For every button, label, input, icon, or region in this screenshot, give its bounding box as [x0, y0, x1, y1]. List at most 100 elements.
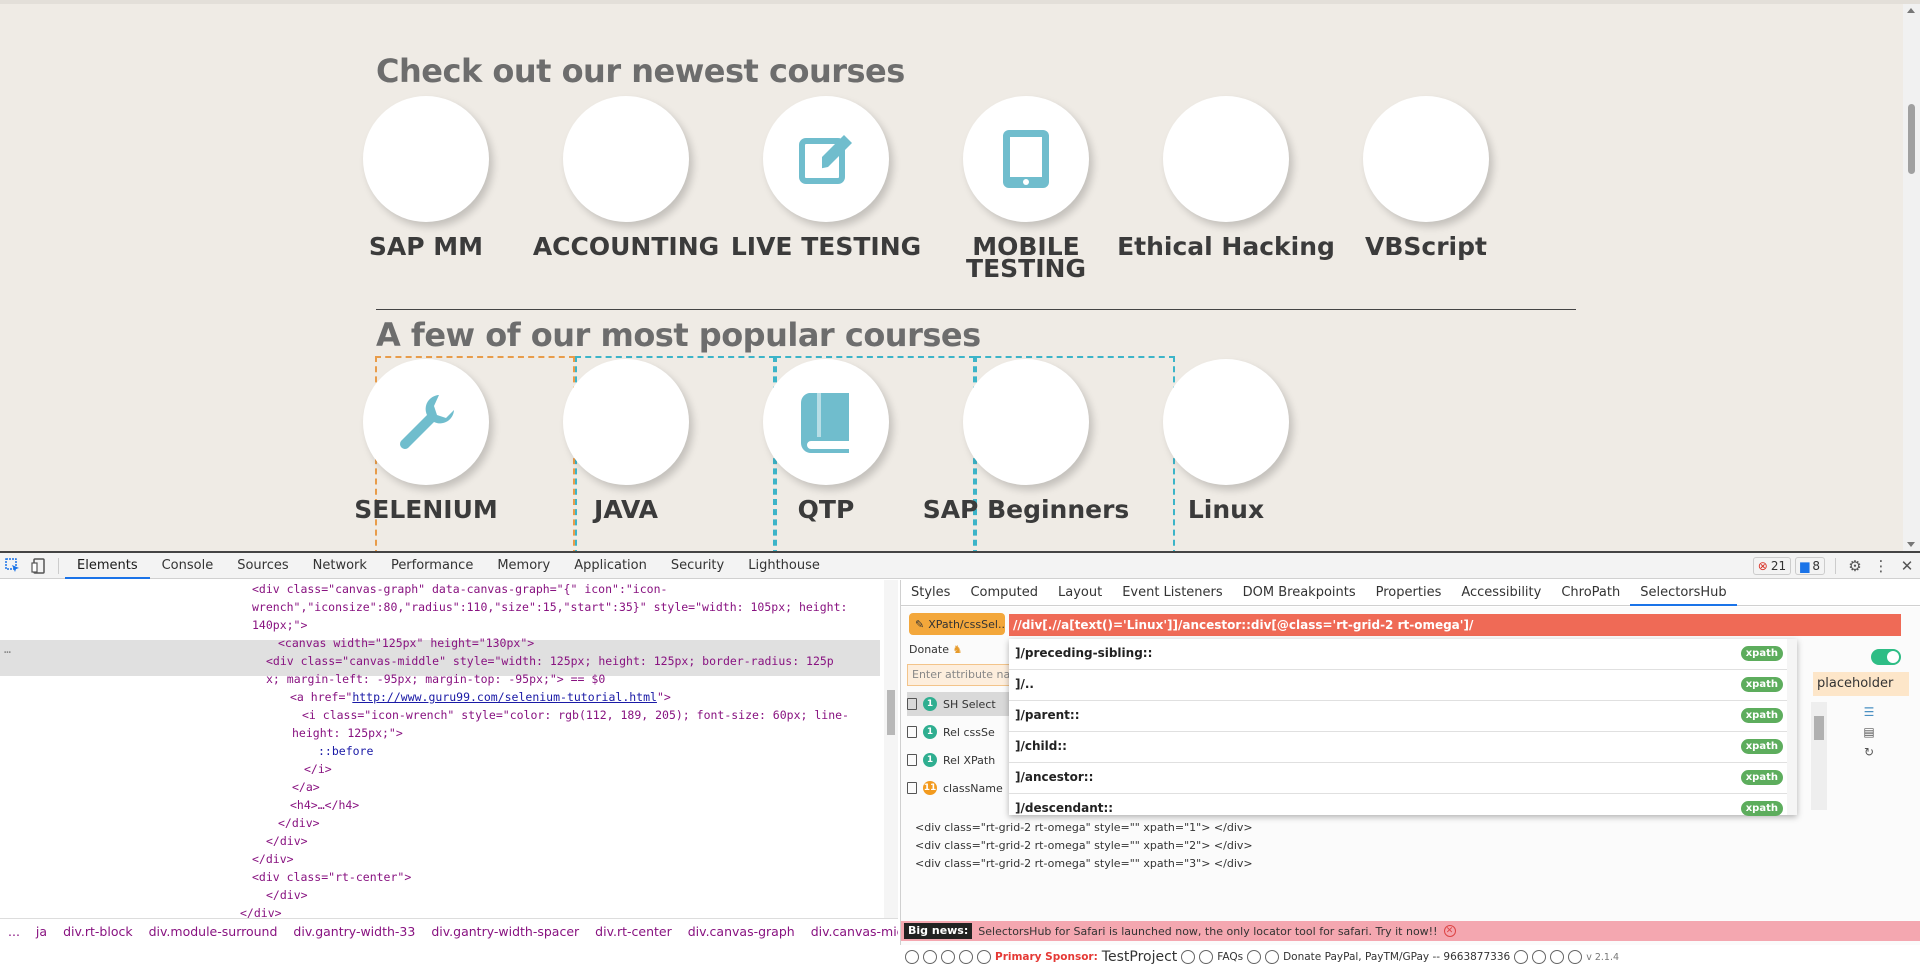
- selector-row-classname[interactable]: 11 className: [907, 776, 1011, 800]
- tab-lighthouse[interactable]: Lighthouse: [736, 553, 832, 579]
- code-line[interactable]: <i class="icon-wrench" style="color: rgb…: [302, 706, 849, 724]
- tab-sources[interactable]: Sources: [225, 553, 300, 579]
- person-icon[interactable]: [1532, 950, 1547, 964]
- course-label[interactable]: QTP: [716, 497, 936, 522]
- course-circle[interactable]: [1363, 96, 1489, 222]
- selector-row-rel-css[interactable]: 1 Rel cssSe: [907, 720, 1011, 744]
- suggestion-item[interactable]: ]/child:: xpath: [1009, 732, 1789, 763]
- breadcrumb-item[interactable]: div.rt-center: [587, 924, 680, 939]
- elements-scrollbar[interactable]: [884, 580, 898, 918]
- suggestion-item[interactable]: ]/descendant:: xpath: [1009, 794, 1789, 825]
- github-icon[interactable]: [1265, 950, 1280, 964]
- facebook-icon[interactable]: [941, 950, 955, 964]
- selector-row-sh[interactable]: 1 SH Select: [907, 692, 1011, 716]
- code-line[interactable]: ::before: [318, 742, 373, 760]
- code-line[interactable]: </div>: [240, 904, 282, 918]
- tab-selectorshub[interactable]: SelectorsHub: [1630, 580, 1737, 606]
- selectors-scrollbar[interactable]: [1811, 702, 1827, 810]
- telegram-icon[interactable]: [905, 950, 919, 964]
- code-line[interactable]: x; margin-left: -95px; margin-top: -95px…: [266, 670, 605, 688]
- course-label[interactable]: ACCOUNTING: [516, 234, 736, 259]
- code-line[interactable]: <h4>…</h4>: [290, 796, 359, 814]
- course-circle[interactable]: [563, 359, 689, 485]
- message-badge[interactable]: ▆ 8: [1795, 556, 1825, 575]
- course-circle[interactable]: [1163, 359, 1289, 485]
- tab-event-listeners[interactable]: Event Listeners: [1112, 580, 1232, 606]
- copy-icon[interactable]: [907, 782, 917, 794]
- code-line[interactable]: </div>: [266, 886, 308, 904]
- help-icon[interactable]: [1181, 950, 1196, 964]
- close-icon[interactable]: ✕: [1443, 925, 1456, 937]
- tab-computed[interactable]: Computed: [960, 580, 1048, 606]
- error-badge[interactable]: ⊗ 21: [1752, 556, 1792, 575]
- attribute-input[interactable]: Enter attribute nam: [907, 664, 1011, 686]
- chrome-icon[interactable]: [1247, 950, 1262, 964]
- code-line[interactable]: </i>: [304, 760, 332, 778]
- code-line[interactable]: <div class="canvas-graph" data-canvas-gr…: [252, 580, 667, 598]
- instagram-icon[interactable]: [977, 950, 991, 964]
- breadcrumb-item[interactable]: div.module-surround: [141, 924, 286, 939]
- tab-console[interactable]: Console: [150, 553, 226, 579]
- course-label[interactable]: MOBILE TESTING: [916, 234, 1136, 281]
- tab-styles[interactable]: Styles: [901, 580, 960, 606]
- tab-elements[interactable]: Elements: [65, 553, 150, 579]
- scroll-thumb[interactable]: [887, 690, 895, 735]
- breadcrumb-item[interactable]: ...: [0, 924, 28, 939]
- code-line[interactable]: wrench","iconsize":80,"radius":110,"size…: [252, 598, 847, 616]
- elements-tree[interactable]: … <div class="canvas-graph" data-canvas-…: [0, 580, 898, 918]
- history-icon[interactable]: ↻: [1861, 745, 1877, 759]
- course-circle[interactable]: [963, 96, 1089, 222]
- emoji-icon[interactable]: [1514, 950, 1529, 964]
- selector-row-rel-xpath[interactable]: 1 Rel XPath: [907, 748, 1011, 772]
- course-label[interactable]: LIVE TESTING: [716, 234, 936, 259]
- course-circle[interactable]: [763, 359, 889, 485]
- donate-link[interactable]: Donate ♞: [909, 643, 962, 656]
- course-label[interactable]: Linux: [1116, 497, 1336, 522]
- suggestion-item[interactable]: ]/ancestor:: xpath: [1009, 763, 1789, 794]
- result-line[interactable]: <div class="rt-grid-2 rt-omega" style=""…: [915, 857, 1253, 870]
- donate-paypal-text[interactable]: Donate PayPal, PayTM/GPay -- 9663877336: [1283, 951, 1510, 963]
- course-circle[interactable]: [363, 96, 489, 222]
- tab-memory[interactable]: Memory: [485, 553, 562, 579]
- copy-list-icon[interactable]: ▤: [1861, 725, 1877, 739]
- page-scrollbar[interactable]: [1903, 4, 1920, 551]
- breadcrumb-item-active[interactable]: div.canvas-middle: [803, 924, 898, 939]
- filter-icon[interactable]: ☰: [1861, 705, 1877, 719]
- suggestion-item[interactable]: ]/preceding-sibling:: xpath: [1009, 639, 1789, 670]
- breadcrumb-item[interactable]: ja: [28, 924, 55, 939]
- faqs-link[interactable]: FAQs: [1217, 951, 1243, 963]
- breadcrumb-item[interactable]: div.canvas-graph: [680, 924, 803, 939]
- tab-properties[interactable]: Properties: [1366, 580, 1452, 606]
- result-line[interactable]: <div class="rt-grid-2 rt-omega" style=""…: [915, 839, 1253, 852]
- dropdown-scrollbar[interactable]: [1787, 639, 1797, 815]
- course-circle[interactable]: [963, 359, 1089, 485]
- scroll-thumb[interactable]: [1814, 716, 1824, 740]
- tab-chropath[interactable]: ChroPath: [1551, 580, 1630, 606]
- copy-icon[interactable]: [907, 754, 917, 766]
- course-label[interactable]: SELENIUM: [316, 497, 536, 522]
- suggestion-item[interactable]: ]/.. xpath: [1009, 670, 1789, 701]
- scroll-thumb[interactable]: [1908, 104, 1915, 174]
- placeholder-chip[interactable]: placeholder: [1813, 672, 1909, 696]
- breadcrumb-item[interactable]: div.gantry-width-33: [285, 924, 423, 939]
- gear-icon[interactable]: ⚙: [1842, 553, 1868, 579]
- code-line[interactable]: <div class="canvas-middle" style="width:…: [266, 652, 834, 670]
- course-circle[interactable]: [763, 96, 889, 222]
- course-label[interactable]: Ethical Hacking: [1116, 234, 1336, 259]
- twitter-icon[interactable]: [959, 950, 973, 964]
- code-line[interactable]: <canvas width="125px" height="130px">: [278, 634, 534, 652]
- xpath-selector-button[interactable]: ✎ XPath/cssSel..: [909, 613, 1005, 635]
- testproject-logo[interactable]: TestProject: [1102, 949, 1177, 965]
- more-options-icon[interactable]: ⋮: [1868, 553, 1894, 579]
- tutorial-link[interactable]: http://www.guru99.com/selenium-tutorial.…: [352, 690, 657, 704]
- course-label[interactable]: VBScript: [1316, 234, 1536, 259]
- inspect-element-icon[interactable]: [0, 553, 26, 579]
- code-line[interactable]: <div class="rt-center">: [252, 868, 411, 886]
- tab-accessibility[interactable]: Accessibility: [1451, 580, 1551, 606]
- close-icon[interactable]: ✕: [1894, 553, 1920, 579]
- course-label[interactable]: SAP MM: [316, 234, 536, 259]
- xpath-input[interactable]: //div[.//a[text()='Linux']]/ancestor::di…: [1009, 614, 1901, 636]
- code-line[interactable]: </div>: [252, 850, 294, 868]
- tab-dom-breakpoints[interactable]: DOM Breakpoints: [1233, 580, 1366, 606]
- row-ellipsis[interactable]: …: [4, 640, 11, 658]
